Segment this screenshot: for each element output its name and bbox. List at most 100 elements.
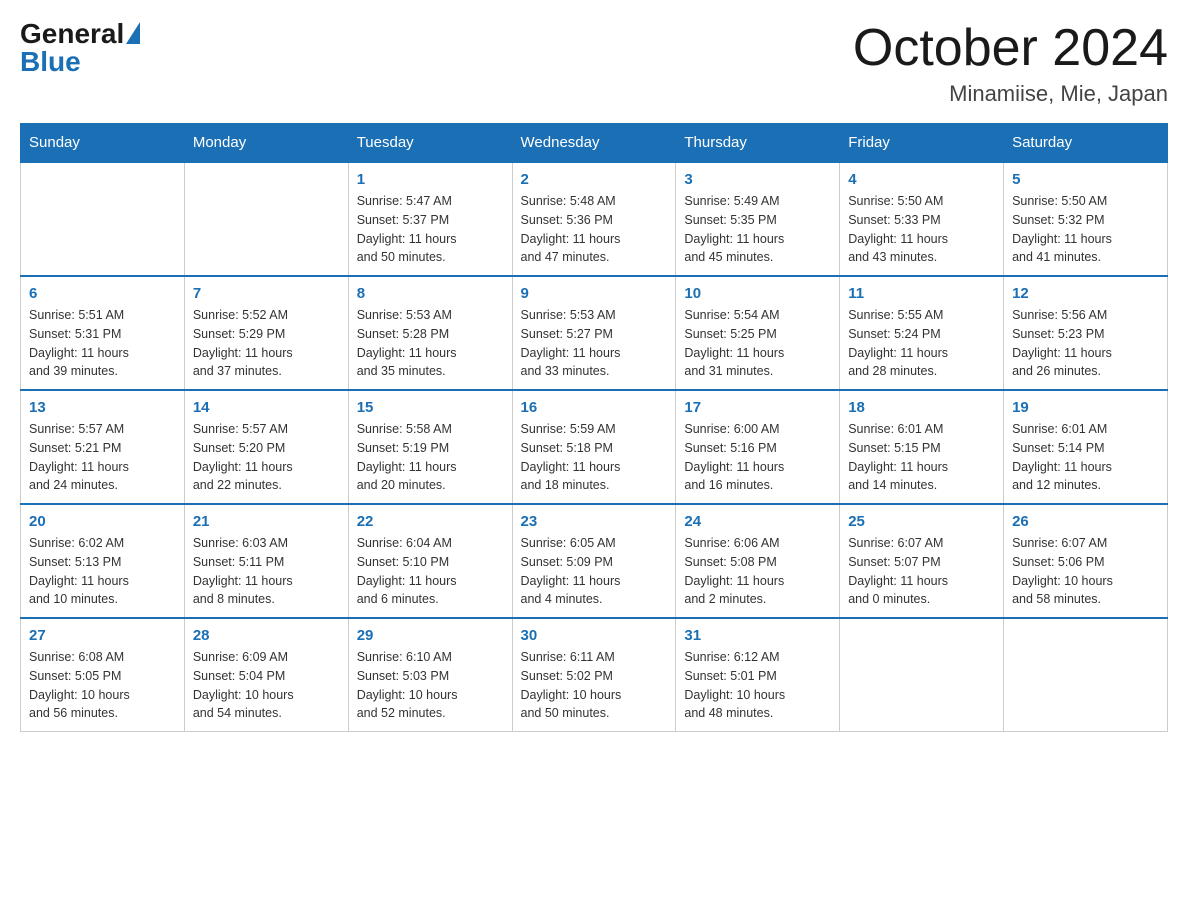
day-number: 13 — [29, 397, 176, 418]
calendar-cell: 16Sunrise: 5:59 AM Sunset: 5:18 PM Dayli… — [512, 390, 676, 504]
day-number: 10 — [684, 283, 831, 304]
logo-triangle-icon — [126, 22, 140, 44]
day-info: Sunrise: 6:01 AM Sunset: 5:15 PM Dayligh… — [848, 420, 995, 495]
day-info: Sunrise: 5:59 AM Sunset: 5:18 PM Dayligh… — [521, 420, 668, 495]
calendar-cell: 15Sunrise: 5:58 AM Sunset: 5:19 PM Dayli… — [348, 390, 512, 504]
day-number: 8 — [357, 283, 504, 304]
day-number: 3 — [684, 169, 831, 190]
day-number: 25 — [848, 511, 995, 532]
day-info: Sunrise: 6:09 AM Sunset: 5:04 PM Dayligh… — [193, 648, 340, 723]
location-title: Minamiise, Mie, Japan — [853, 81, 1168, 107]
calendar-cell: 23Sunrise: 6:05 AM Sunset: 5:09 PM Dayli… — [512, 504, 676, 618]
day-number: 19 — [1012, 397, 1159, 418]
day-number: 15 — [357, 397, 504, 418]
day-number: 24 — [684, 511, 831, 532]
day-number: 30 — [521, 625, 668, 646]
day-info: Sunrise: 6:01 AM Sunset: 5:14 PM Dayligh… — [1012, 420, 1159, 495]
day-number: 31 — [684, 625, 831, 646]
calendar-cell: 19Sunrise: 6:01 AM Sunset: 5:14 PM Dayli… — [1004, 390, 1168, 504]
month-title: October 2024 — [853, 20, 1168, 77]
day-number: 22 — [357, 511, 504, 532]
calendar-cell — [184, 162, 348, 276]
day-number: 20 — [29, 511, 176, 532]
day-info: Sunrise: 6:10 AM Sunset: 5:03 PM Dayligh… — [357, 648, 504, 723]
day-info: Sunrise: 5:58 AM Sunset: 5:19 PM Dayligh… — [357, 420, 504, 495]
calendar-cell: 11Sunrise: 5:55 AM Sunset: 5:24 PM Dayli… — [840, 276, 1004, 390]
calendar-cell: 21Sunrise: 6:03 AM Sunset: 5:11 PM Dayli… — [184, 504, 348, 618]
calendar-cell: 27Sunrise: 6:08 AM Sunset: 5:05 PM Dayli… — [21, 618, 185, 732]
day-info: Sunrise: 6:12 AM Sunset: 5:01 PM Dayligh… — [684, 648, 831, 723]
calendar-cell: 14Sunrise: 5:57 AM Sunset: 5:20 PM Dayli… — [184, 390, 348, 504]
day-number: 27 — [29, 625, 176, 646]
calendar-cell: 28Sunrise: 6:09 AM Sunset: 5:04 PM Dayli… — [184, 618, 348, 732]
day-info: Sunrise: 6:00 AM Sunset: 5:16 PM Dayligh… — [684, 420, 831, 495]
calendar-cell: 20Sunrise: 6:02 AM Sunset: 5:13 PM Dayli… — [21, 504, 185, 618]
calendar-cell: 2Sunrise: 5:48 AM Sunset: 5:36 PM Daylig… — [512, 162, 676, 276]
day-number: 2 — [521, 169, 668, 190]
calendar-cell: 25Sunrise: 6:07 AM Sunset: 5:07 PM Dayli… — [840, 504, 1004, 618]
calendar-cell: 18Sunrise: 6:01 AM Sunset: 5:15 PM Dayli… — [840, 390, 1004, 504]
calendar-cell: 17Sunrise: 6:00 AM Sunset: 5:16 PM Dayli… — [676, 390, 840, 504]
day-number: 1 — [357, 169, 504, 190]
calendar-cell: 31Sunrise: 6:12 AM Sunset: 5:01 PM Dayli… — [676, 618, 840, 732]
calendar-cell: 9Sunrise: 5:53 AM Sunset: 5:27 PM Daylig… — [512, 276, 676, 390]
day-number: 29 — [357, 625, 504, 646]
day-number: 17 — [684, 397, 831, 418]
calendar-header-row: SundayMondayTuesdayWednesdayThursdayFrid… — [21, 124, 1168, 163]
day-info: Sunrise: 6:04 AM Sunset: 5:10 PM Dayligh… — [357, 534, 504, 609]
day-number: 16 — [521, 397, 668, 418]
day-info: Sunrise: 5:54 AM Sunset: 5:25 PM Dayligh… — [684, 306, 831, 381]
logo-general-text: General — [20, 20, 124, 48]
day-info: Sunrise: 5:50 AM Sunset: 5:33 PM Dayligh… — [848, 192, 995, 267]
calendar-cell: 3Sunrise: 5:49 AM Sunset: 5:35 PM Daylig… — [676, 162, 840, 276]
calendar-table: SundayMondayTuesdayWednesdayThursdayFrid… — [20, 123, 1168, 732]
logo-blue-text: Blue — [20, 48, 81, 76]
calendar-cell: 30Sunrise: 6:11 AM Sunset: 5:02 PM Dayli… — [512, 618, 676, 732]
calendar-cell: 8Sunrise: 5:53 AM Sunset: 5:28 PM Daylig… — [348, 276, 512, 390]
title-section: October 2024 Minamiise, Mie, Japan — [853, 20, 1168, 107]
day-number: 18 — [848, 397, 995, 418]
day-info: Sunrise: 5:47 AM Sunset: 5:37 PM Dayligh… — [357, 192, 504, 267]
day-info: Sunrise: 5:57 AM Sunset: 5:21 PM Dayligh… — [29, 420, 176, 495]
calendar-cell: 22Sunrise: 6:04 AM Sunset: 5:10 PM Dayli… — [348, 504, 512, 618]
day-info: Sunrise: 5:56 AM Sunset: 5:23 PM Dayligh… — [1012, 306, 1159, 381]
calendar-cell: 6Sunrise: 5:51 AM Sunset: 5:31 PM Daylig… — [21, 276, 185, 390]
day-info: Sunrise: 6:11 AM Sunset: 5:02 PM Dayligh… — [521, 648, 668, 723]
day-info: Sunrise: 5:49 AM Sunset: 5:35 PM Dayligh… — [684, 192, 831, 267]
calendar-cell: 7Sunrise: 5:52 AM Sunset: 5:29 PM Daylig… — [184, 276, 348, 390]
calendar-cell — [1004, 618, 1168, 732]
page-header: General Blue October 2024 Minamiise, Mie… — [20, 20, 1168, 107]
calendar-cell: 5Sunrise: 5:50 AM Sunset: 5:32 PM Daylig… — [1004, 162, 1168, 276]
header-sunday: Sunday — [21, 124, 185, 163]
day-info: Sunrise: 6:07 AM Sunset: 5:07 PM Dayligh… — [848, 534, 995, 609]
day-info: Sunrise: 6:02 AM Sunset: 5:13 PM Dayligh… — [29, 534, 176, 609]
calendar-cell: 13Sunrise: 5:57 AM Sunset: 5:21 PM Dayli… — [21, 390, 185, 504]
header-tuesday: Tuesday — [348, 124, 512, 163]
day-info: Sunrise: 6:07 AM Sunset: 5:06 PM Dayligh… — [1012, 534, 1159, 609]
day-number: 23 — [521, 511, 668, 532]
day-number: 14 — [193, 397, 340, 418]
day-info: Sunrise: 5:48 AM Sunset: 5:36 PM Dayligh… — [521, 192, 668, 267]
header-wednesday: Wednesday — [512, 124, 676, 163]
day-info: Sunrise: 5:50 AM Sunset: 5:32 PM Dayligh… — [1012, 192, 1159, 267]
day-number: 11 — [848, 283, 995, 304]
day-number: 5 — [1012, 169, 1159, 190]
calendar-cell: 12Sunrise: 5:56 AM Sunset: 5:23 PM Dayli… — [1004, 276, 1168, 390]
calendar-cell: 4Sunrise: 5:50 AM Sunset: 5:33 PM Daylig… — [840, 162, 1004, 276]
logo: General Blue — [20, 20, 140, 76]
header-monday: Monday — [184, 124, 348, 163]
calendar-cell: 10Sunrise: 5:54 AM Sunset: 5:25 PM Dayli… — [676, 276, 840, 390]
header-friday: Friday — [840, 124, 1004, 163]
day-info: Sunrise: 5:57 AM Sunset: 5:20 PM Dayligh… — [193, 420, 340, 495]
week-row-3: 13Sunrise: 5:57 AM Sunset: 5:21 PM Dayli… — [21, 390, 1168, 504]
week-row-5: 27Sunrise: 6:08 AM Sunset: 5:05 PM Dayli… — [21, 618, 1168, 732]
day-number: 4 — [848, 169, 995, 190]
day-info: Sunrise: 6:05 AM Sunset: 5:09 PM Dayligh… — [521, 534, 668, 609]
header-saturday: Saturday — [1004, 124, 1168, 163]
calendar-cell: 1Sunrise: 5:47 AM Sunset: 5:37 PM Daylig… — [348, 162, 512, 276]
day-number: 12 — [1012, 283, 1159, 304]
header-thursday: Thursday — [676, 124, 840, 163]
day-info: Sunrise: 6:06 AM Sunset: 5:08 PM Dayligh… — [684, 534, 831, 609]
calendar-cell — [840, 618, 1004, 732]
calendar-cell: 29Sunrise: 6:10 AM Sunset: 5:03 PM Dayli… — [348, 618, 512, 732]
